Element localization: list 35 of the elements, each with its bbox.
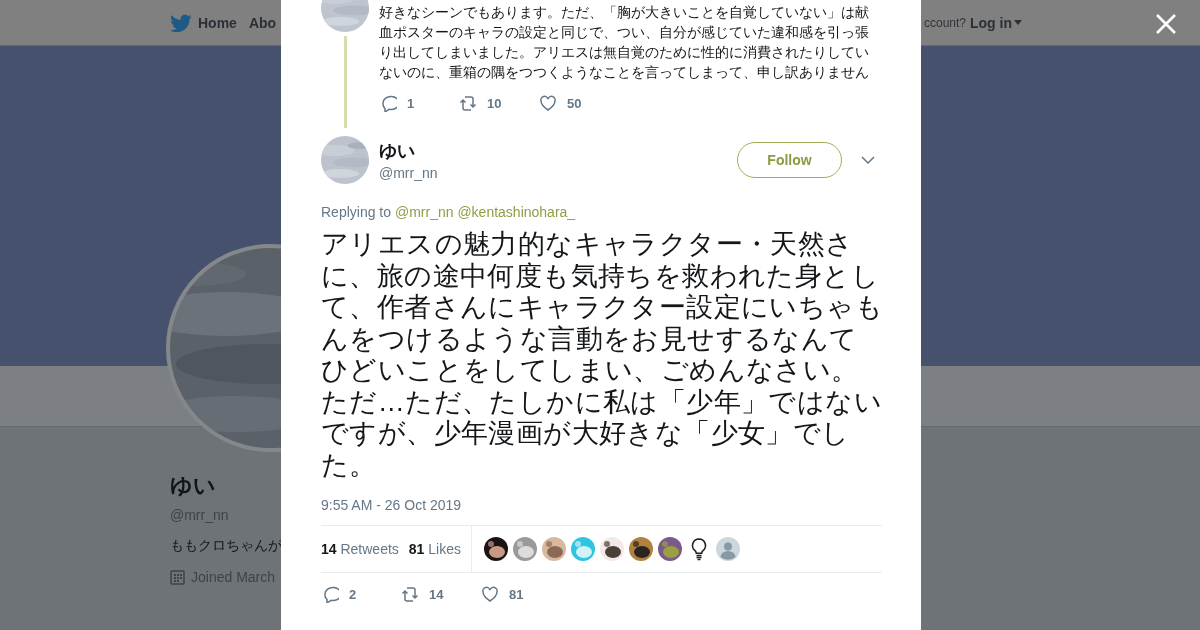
bird-icon (170, 13, 192, 32)
tweet-text: アリエスの魅力的なキャラクター・天然さに、旅の途中何度も気持ちを救われた身として、作者さんにキャラクター設定にいちゃもんをつけるような言動をお見せするなんてひどいことをしてしまい、ごめんなさい。 (321, 229, 883, 387)
user-link[interactable]: @kentashinohara_ (457, 204, 576, 220)
close-icon[interactable] (1155, 13, 1177, 35)
retweet-count: 14 (429, 586, 444, 602)
account-prompt: ccount? (923, 15, 966, 30)
calendar-icon (170, 569, 185, 585)
reply-icon[interactable] (379, 94, 397, 112)
like-count: 81 (509, 586, 524, 602)
tweet-time: 9:55 AM - 26 Oct 2019 (321, 497, 463, 513)
reply-icon[interactable] (321, 585, 339, 603)
follow-button[interactable]: Follow (737, 142, 842, 178)
like-count: 50 (567, 95, 582, 111)
retweet-count: 10 (487, 95, 502, 111)
user-link[interactable]: @mrr_nn (394, 204, 454, 220)
reply-count: 2 (349, 586, 357, 602)
chevron-icon[interactable] (861, 156, 875, 164)
nav-link[interactable]: Home (170, 13, 237, 32)
login-link[interactable]: Log in (970, 14, 1022, 31)
default-avatar-icon[interactable] (716, 537, 740, 561)
like-icon[interactable] (539, 94, 557, 112)
retweet-stat[interactable]: 14 Retweets (321, 541, 399, 557)
nav-link[interactable]: Abo (248, 14, 277, 31)
caret-icon (1014, 20, 1022, 25)
user-name: ゆい (379, 140, 416, 163)
tweet-text: ただ…ただ、たしかに私は「少年」ではないですが、少年漫画が大好きな「少女」でした。 (321, 386, 883, 481)
replying-to: Replying to @mrr_nn @kentashinohara_ (321, 204, 577, 220)
like-stat[interactable]: 81 Likes (408, 541, 461, 557)
like-icon[interactable] (481, 585, 499, 603)
profile-name: ゆい (170, 472, 216, 500)
reply-count: 1 (407, 95, 415, 111)
tweet-text: 好きなシーンでもあります。ただ、「胸が大きいことを自覚していない」は献血ポスターのキャラの設定と同じで、つい、自分が感じていた違和感を引っ張り出してしまいました。アリエスは無自覚のために性的に消費されたりしていないのに、重箱の隅をつつくようなことを言ってしまって、申し訳ありません (379, 3, 870, 82)
retweet-icon[interactable] (459, 94, 477, 112)
retweet-icon[interactable] (401, 585, 419, 603)
user-handle: @mrr_nn (379, 165, 439, 181)
